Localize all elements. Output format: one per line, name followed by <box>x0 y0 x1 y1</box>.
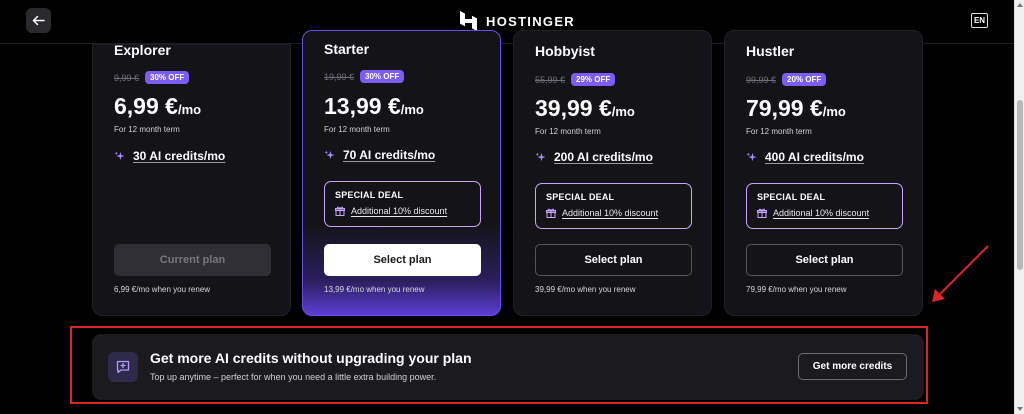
ai-credits[interactable]: 30 AI credits/mo <box>114 149 225 163</box>
plan-term: For 12 month term <box>746 127 812 136</box>
price-value: 6,99 € <box>114 93 178 119</box>
price-row: 99,99 € 20% OFF <box>746 73 827 86</box>
plan-card-explorer: Explorer 9,99 € 30% OFF 6,99 €/mo For 12… <box>92 42 291 316</box>
banner-subtitle: Top up anytime – perfect for when you ne… <box>150 372 437 382</box>
scroll-thumb[interactable] <box>1017 100 1023 270</box>
deal-line: Additional 10% discount <box>335 206 470 216</box>
special-deal-box: SPECIAL DEAL Additional 10% discount <box>535 183 692 229</box>
credits-text: 400 AI credits/mo <box>765 150 864 164</box>
renew-price: 13,99 €/mo when you renew <box>324 285 425 294</box>
deal-text[interactable]: Additional 10% discount <box>562 208 658 218</box>
discount-badge: 20% OFF <box>782 73 827 86</box>
price-period: /mo <box>822 104 846 119</box>
credits-text: 70 AI credits/mo <box>343 148 436 162</box>
gift-icon <box>757 208 767 218</box>
plan-name: Hobbyist <box>535 43 595 59</box>
gift-icon <box>335 206 345 216</box>
banner-title: Get more AI credits without upgrading yo… <box>150 350 472 366</box>
scroll-up-icon[interactable] <box>1017 3 1023 7</box>
price-row: 55,99 € 29% OFF <box>535 73 616 86</box>
renew-price: 6,99 €/mo when you renew <box>114 285 211 294</box>
price-value: 79,99 € <box>746 95 823 121</box>
price-value: 13,99 € <box>324 93 401 119</box>
price-value: 39,99 € <box>535 95 612 121</box>
plan-name: Explorer <box>114 42 171 58</box>
plan-name: Hustler <box>746 43 795 59</box>
scroll-down-icon[interactable] <box>1017 407 1023 411</box>
ai-credits[interactable]: 200 AI credits/mo <box>535 150 653 164</box>
credits-text: 30 AI credits/mo <box>133 149 226 163</box>
special-deal-box: SPECIAL DEAL Additional 10% discount <box>746 183 903 229</box>
sparkle-icon <box>114 150 125 160</box>
price-period: /mo <box>177 102 202 117</box>
credits-text: 200 AI credits/mo <box>554 150 653 164</box>
deal-text[interactable]: Additional 10% discount <box>773 208 869 218</box>
discount-badge: 30% OFF <box>360 70 405 83</box>
plan-card-starter: Starter 19,99 € 30% OFF 13,99 €/mo For 1… <box>302 30 501 316</box>
plan-price: 39,99 €/mo <box>535 95 635 122</box>
sparkle-icon <box>746 151 757 161</box>
plan-card-hobbyist: Hobbyist 55,99 € 29% OFF 39,99 €/mo For … <box>513 30 712 316</box>
deal-text[interactable]: Additional 10% discount <box>351 206 447 216</box>
plan-price: 79,99 €/mo <box>746 95 846 122</box>
discount-badge: 30% OFF <box>145 71 190 84</box>
renew-price: 39,99 €/mo when you renew <box>535 285 636 294</box>
ai-credits[interactable]: 400 AI credits/mo <box>746 150 864 164</box>
plan-price: 6,99 €/mo <box>114 93 201 120</box>
plan-price: 13,99 €/mo <box>324 93 424 120</box>
old-price: 19,99 € <box>324 71 355 82</box>
sparkle-icon <box>324 149 335 159</box>
discount-badge: 29% OFF <box>571 73 616 86</box>
select-plan-button[interactable]: Select plan <box>324 244 481 276</box>
select-plan-button[interactable]: Select plan <box>535 244 692 276</box>
renew-price: 79,99 €/mo when you renew <box>746 285 847 294</box>
plan-card-hustler: Hustler 99,99 € 20% OFF 79,99 €/mo For 1… <box>724 30 923 316</box>
ai-credits[interactable]: 70 AI credits/mo <box>324 148 435 162</box>
current-plan-button[interactable]: Current plan <box>114 244 271 276</box>
price-row: 9,99 € 30% OFF <box>114 71 190 84</box>
gift-icon <box>546 208 556 218</box>
plan-term: For 12 month term <box>114 125 180 134</box>
old-price: 99,99 € <box>746 74 777 85</box>
price-row: 19,99 € 30% OFF <box>324 70 405 83</box>
plan-term: For 12 month term <box>324 125 390 134</box>
scrollbar[interactable] <box>1014 0 1024 414</box>
chat-sparkle-icon <box>108 352 138 382</box>
deal-line: Additional 10% discount <box>546 208 681 218</box>
select-plan-button[interactable]: Select plan <box>746 244 903 276</box>
price-period: /mo <box>400 102 424 117</box>
deal-title: SPECIAL DEAL <box>335 190 404 200</box>
get-more-credits-button[interactable]: Get more credits <box>798 353 907 380</box>
plan-name: Starter <box>324 41 370 57</box>
sparkle-icon <box>535 151 546 161</box>
special-deal-box: SPECIAL DEAL Additional 10% discount <box>324 181 481 227</box>
deal-title: SPECIAL DEAL <box>757 192 826 202</box>
deal-line: Additional 10% discount <box>757 208 892 218</box>
deal-title: SPECIAL DEAL <box>546 192 615 202</box>
old-price: 55,99 € <box>535 74 566 85</box>
price-period: /mo <box>611 104 635 119</box>
more-credits-banner: Get more AI credits without upgrading yo… <box>92 334 924 400</box>
annotation-arrow-icon <box>932 245 989 302</box>
old-price: 9,99 € <box>114 72 140 83</box>
plan-term: For 12 month term <box>535 127 601 136</box>
